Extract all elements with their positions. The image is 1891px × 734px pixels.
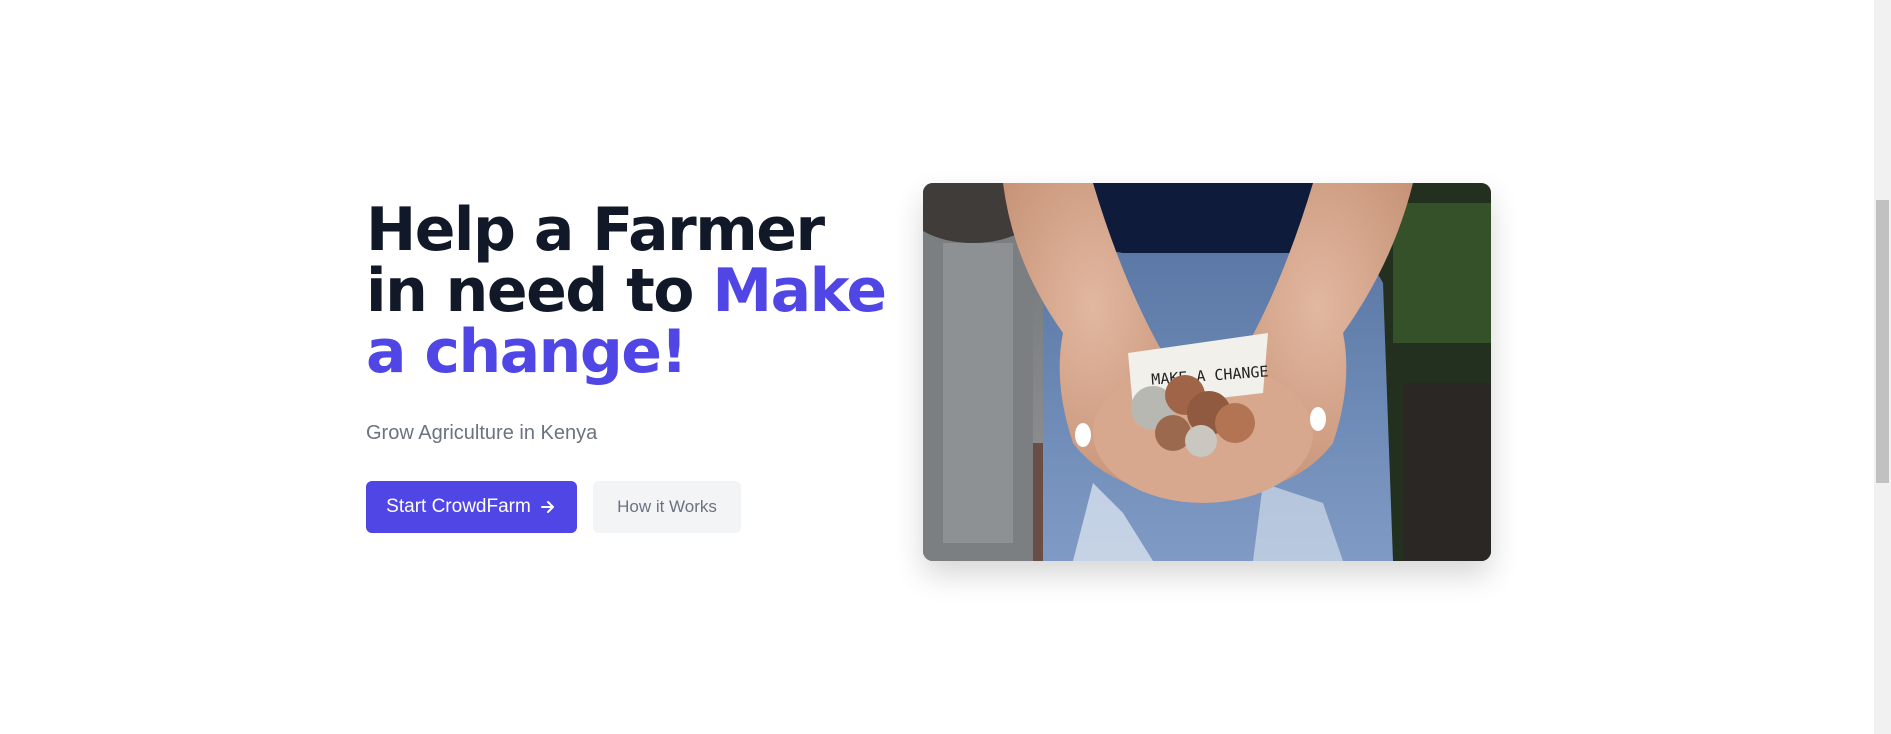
hands-with-coins-photo: MAKE A CHANGE xyxy=(923,183,1491,561)
start-crowdfarm-button[interactable]: Start CrowdFarm xyxy=(366,481,577,533)
how-it-works-button[interactable]: How it Works xyxy=(593,481,741,533)
hero-text: Help a Farmer in need to Make a change! … xyxy=(366,200,887,533)
hero-subtitle: Grow Agriculture in Kenya xyxy=(366,422,598,444)
page: Help a Farmer in need to Make a change! … xyxy=(0,0,1891,734)
hero-actions: Start CrowdFarm How it Works xyxy=(366,481,886,533)
start-crowdfarm-label: Start CrowdFarm xyxy=(386,496,531,517)
how-it-works-label: How it Works xyxy=(617,497,717,516)
scrollbar-track[interactable] xyxy=(1874,0,1891,734)
hero-image: MAKE A CHANGE xyxy=(923,183,1491,561)
hero-headline: Help a Farmer in need to Make a change! xyxy=(366,200,887,383)
arrow-right-icon xyxy=(540,501,554,513)
scrollbar-thumb[interactable] xyxy=(1876,200,1889,483)
